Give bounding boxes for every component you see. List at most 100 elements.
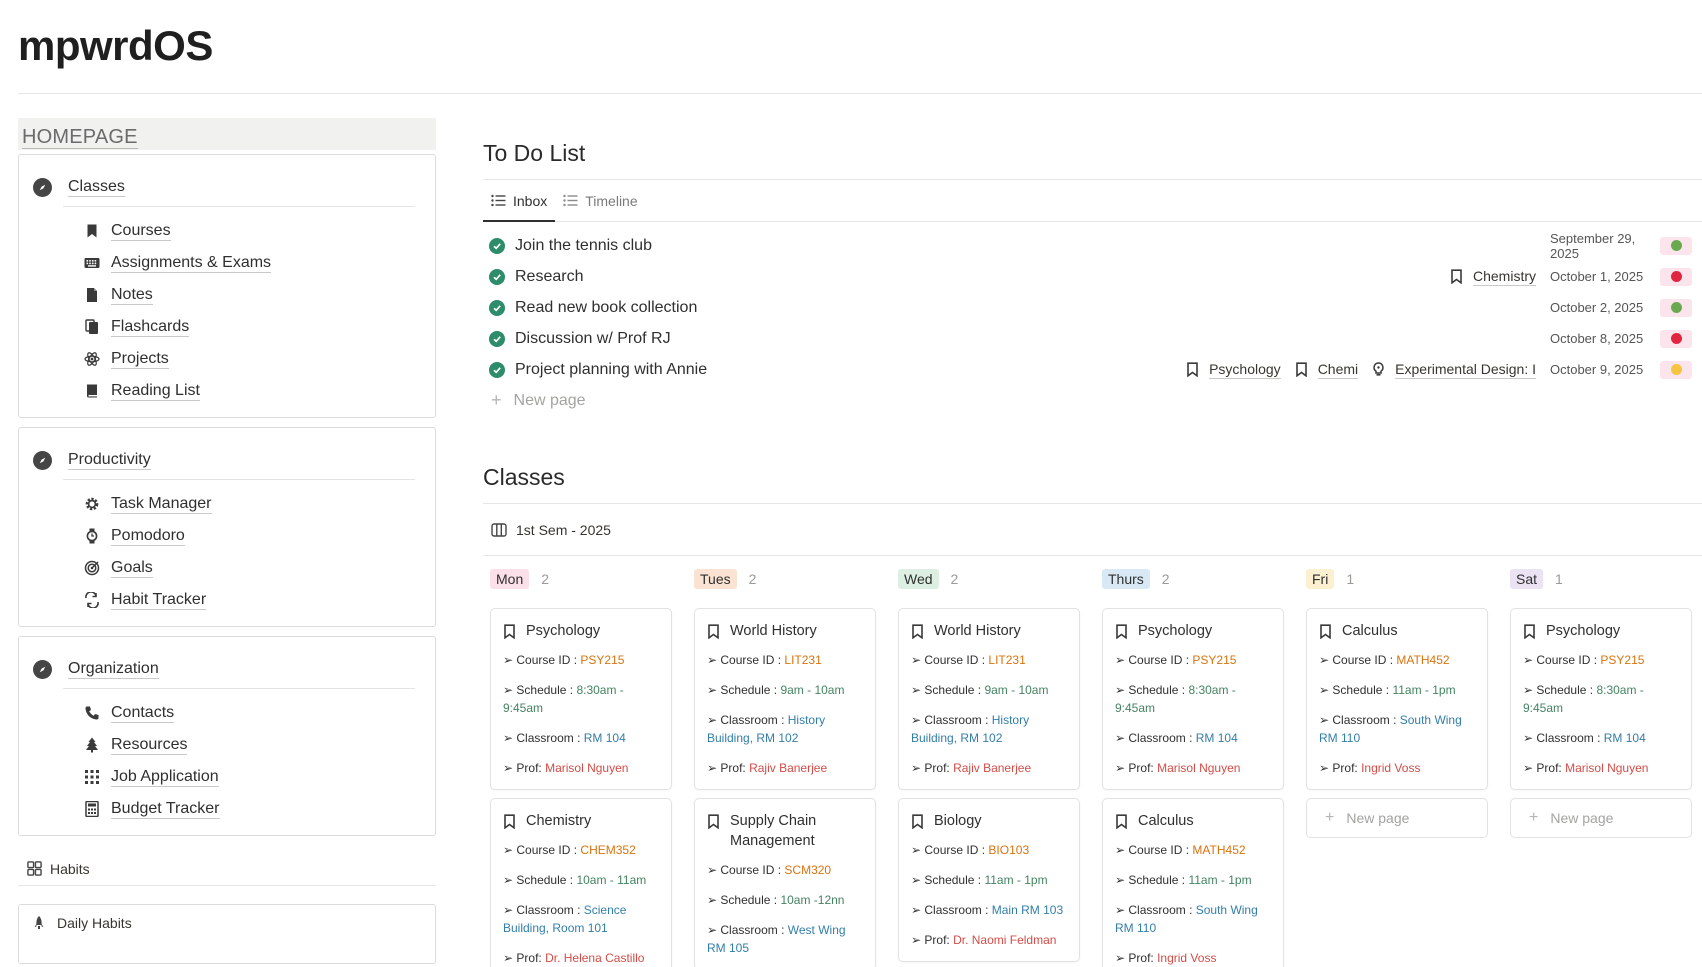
related-item[interactable]: Chemistry	[1450, 268, 1536, 286]
day-tag[interactable]: Mon	[490, 569, 530, 589]
prop-value: RM 104	[1195, 731, 1238, 745]
todo-row[interactable]: Read new book collection October 2, 2025	[483, 292, 1702, 323]
card-prop-classroom: ➢ Classroom : Science Building, Room 101	[503, 901, 661, 937]
check-circle-icon[interactable]	[489, 237, 505, 254]
card-title: Calculus	[1342, 623, 1398, 639]
sidebar-item-contacts[interactable]: Contacts	[33, 697, 421, 729]
homepage-label[interactable]: HOMEPAGE	[18, 118, 436, 150]
prop-label: ➢ Prof:	[1115, 761, 1158, 775]
check-circle-icon[interactable]	[489, 299, 505, 316]
sidebar-group-header[interactable]: Organization	[33, 653, 421, 685]
classes-title: Classes	[483, 464, 565, 490]
sidebar-item-flashcards[interactable]: Flashcards	[33, 311, 421, 343]
board-icon	[491, 522, 507, 537]
sidebar-item-job-application[interactable]: Job Application	[33, 761, 421, 793]
prop-label: ➢ Schedule :	[707, 893, 781, 907]
book-icon	[83, 382, 101, 400]
sidebar-item-projects[interactable]: Projects	[33, 343, 421, 375]
prop-value: PSY215	[1192, 653, 1237, 667]
sidebar-group-header[interactable]: Productivity	[33, 444, 421, 476]
day-tag[interactable]: Thurs	[1102, 569, 1150, 589]
prop-label: ➢ Schedule :	[503, 683, 577, 697]
sidebar-item-courses[interactable]: Courses	[33, 215, 421, 247]
prop-value: Rajiv Banerjee	[749, 761, 828, 775]
todo-row[interactable]: Discussion w/ Prof RJ October 8, 2025	[483, 323, 1702, 354]
prop-label: ➢ Course ID :	[1523, 653, 1601, 667]
class-card[interactable]: Calculus ➢ Course ID : MATH452 ➢ Schedule …	[1306, 608, 1488, 790]
day-tag[interactable]: Wed	[898, 569, 939, 589]
sidebar-item-label: Flashcards	[111, 318, 190, 337]
check-circle-icon[interactable]	[489, 330, 505, 347]
todo-row[interactable]: Research Chemistry October 1, 2025	[483, 261, 1702, 292]
class-card[interactable]: World History ➢ Course ID : LIT231 ➢ Sched…	[898, 608, 1080, 790]
class-card[interactable]: World History ➢ Course ID : LIT231 ➢ Sched…	[694, 608, 876, 790]
class-card[interactable]: Calculus ➢ Course ID : MATH452 ➢ Schedule …	[1102, 798, 1284, 967]
sidebar-item-goals[interactable]: Goals	[33, 552, 421, 584]
day-tag[interactable]: Fri	[1306, 569, 1335, 589]
prop-value: Marisol Nguyen	[1565, 761, 1649, 775]
card-prop-classroom: ➢ Classroom : RM 104	[1115, 729, 1273, 747]
card-prop-prof: ➢ Prof: Marisol Nguyen	[1115, 759, 1273, 777]
board-column-thurs: Thurs 2 Psychology ➢ Course ID : PSY215 ➢ Sc…	[1102, 566, 1284, 967]
bookmark-icon	[1523, 624, 1536, 639]
check-circle-icon[interactable]	[489, 268, 505, 285]
sidebar-item-task-manager[interactable]: Task Manager	[33, 488, 421, 520]
prop-label: ➢ Classroom :	[1319, 713, 1400, 727]
todo-date: October 1, 2025	[1550, 269, 1644, 284]
column-count: 2	[748, 571, 757, 587]
sidebar-item-pomodoro[interactable]: Pomodoro	[33, 520, 421, 552]
priority-dot-icon	[1670, 271, 1682, 282]
todo-name: Read new book collection	[515, 298, 698, 316]
sidebar-item-habit-tracker[interactable]: Habit Tracker	[33, 584, 421, 616]
related-item[interactable]: Chemi	[1295, 361, 1359, 379]
board-view-tab[interactable]: 1st Sem - 2025	[483, 504, 1702, 556]
card-title-row: Supply Chain Management	[707, 811, 865, 851]
check-circle-icon[interactable]	[489, 361, 505, 378]
sidebar-item-budget-tracker[interactable]: Budget Tracker	[33, 793, 421, 825]
habits-link[interactable]: Habits	[18, 856, 436, 886]
daily-habits-box[interactable]: Daily Habits	[18, 904, 436, 964]
day-tag[interactable]: Sat	[1510, 569, 1544, 589]
class-card[interactable]: Psychology ➢ Course ID : PSY215 ➢ Schedule…	[1510, 608, 1692, 790]
prop-value: Rajiv Banerjee	[953, 761, 1032, 775]
sidebar-item-assignments-exams[interactable]: Assignments & Exams	[33, 247, 421, 279]
class-card[interactable]: Chemistry ➢ Course ID : CHEM352 ➢ Schedule…	[490, 798, 672, 967]
todo-row[interactable]: Project planning with Annie Psychology Che…	[483, 354, 1702, 385]
related-item[interactable]: Experimental Design: I	[1372, 361, 1536, 379]
sidebar-item-label: Notes	[111, 286, 153, 305]
sidebar-group-header[interactable]: Classes	[33, 171, 421, 203]
prop-value: BIO103	[988, 843, 1030, 857]
class-card[interactable]: Supply Chain Management ➢ Course ID : SCM…	[694, 798, 876, 967]
todo-date: October 9, 2025	[1550, 362, 1644, 377]
lightbulb-icon	[1372, 362, 1385, 377]
class-card[interactable]: Psychology ➢ Course ID : PSY215 ➢ Schedule…	[1102, 608, 1284, 790]
todo-row[interactable]: Join the tennis club September 29, 2025	[483, 230, 1702, 261]
bookmark-icon	[1450, 269, 1463, 284]
sidebar-item-label: Job Application	[111, 768, 219, 787]
prop-label: ➢ Course ID :	[911, 843, 989, 857]
sidebar-group-title: Productivity	[68, 451, 151, 470]
prop-label: ➢ Prof:	[503, 761, 546, 775]
card-title: Psychology	[526, 623, 601, 639]
column-new-page-button[interactable]: + New page	[1306, 798, 1488, 838]
tab-timeline[interactable]: Timeline	[555, 180, 645, 221]
sidebar-item-label: Reading List	[111, 382, 200, 401]
prop-value: 10am -12nn	[780, 893, 845, 907]
class-card[interactable]: Biology ➢ Course ID : BIO103 ➢ Schedule : …	[898, 798, 1080, 962]
related-item-label: Chemistry	[1472, 267, 1536, 286]
bookmark-icon	[1319, 624, 1332, 639]
related-item[interactable]: Psychology	[1186, 361, 1281, 379]
todo-new-page-button[interactable]: + New page	[483, 385, 1702, 416]
prop-label: ➢ Classroom :	[1115, 903, 1196, 917]
tab-inbox[interactable]: Inbox	[483, 180, 556, 222]
priority-dot-icon	[1670, 302, 1682, 313]
prop-label: ➢ Course ID :	[1115, 843, 1193, 857]
group-divider	[63, 479, 415, 480]
sidebar-item-resources[interactable]: Resources	[33, 729, 421, 761]
class-card[interactable]: Psychology ➢ Course ID : PSY215 ➢ Schedule…	[490, 608, 672, 790]
sidebar-item-reading-list[interactable]: Reading List	[33, 375, 421, 407]
sidebar-item-notes[interactable]: Notes	[33, 279, 421, 311]
card-prop-schedule: ➢ Schedule : 11am - 1pm	[911, 871, 1069, 889]
day-tag[interactable]: Tues	[694, 569, 737, 589]
column-new-page-button[interactable]: + New page	[1510, 798, 1692, 838]
